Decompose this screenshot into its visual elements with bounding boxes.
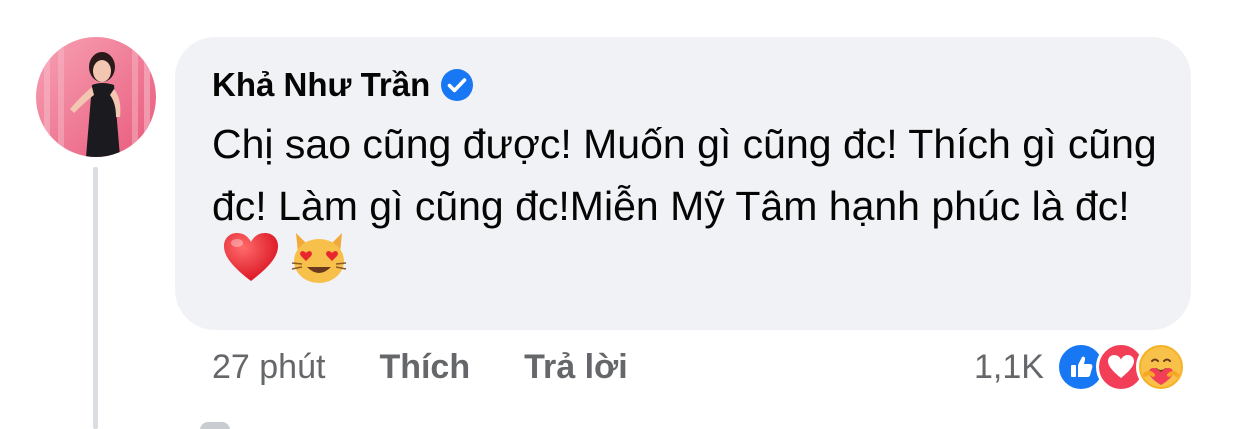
heart-eyes-cat-icon — [290, 229, 348, 302]
next-comment-avatar — [200, 422, 230, 429]
author-row: Khả Như Trần — [212, 65, 474, 105]
like-button[interactable]: Thích — [379, 348, 470, 387]
comment-body: Chị sao cũng được! Muốn gì cũng đc! Thíc… — [212, 121, 1157, 229]
reactions-summary[interactable]: 1,1K — [974, 340, 1186, 394]
comment-bubble: Khả Như Trần Chị sao cũng được! Muốn gì … — [175, 37, 1191, 330]
comment-thread: Khả Như Trần Chị sao cũng được! Muốn gì … — [0, 0, 1242, 429]
care-reaction-icon — [1135, 342, 1186, 392]
reply-button[interactable]: Trả lời — [524, 348, 628, 387]
reaction-count: 1,1K — [974, 347, 1044, 386]
comment-timestamp[interactable]: 27 phút — [212, 348, 325, 387]
verified-badge-icon — [440, 68, 474, 102]
avatar[interactable] — [36, 37, 156, 157]
reaction-icons — [1055, 342, 1186, 392]
comment-meta-row: 27 phút Thích Trả lời — [212, 344, 682, 390]
thread-line — [93, 167, 98, 429]
comment-text: Chị sao cũng được! Muốn gì cũng đc! Thíc… — [212, 113, 1172, 310]
author-name[interactable]: Khả Như Trần — [212, 66, 430, 104]
red-heart-icon — [222, 231, 280, 300]
